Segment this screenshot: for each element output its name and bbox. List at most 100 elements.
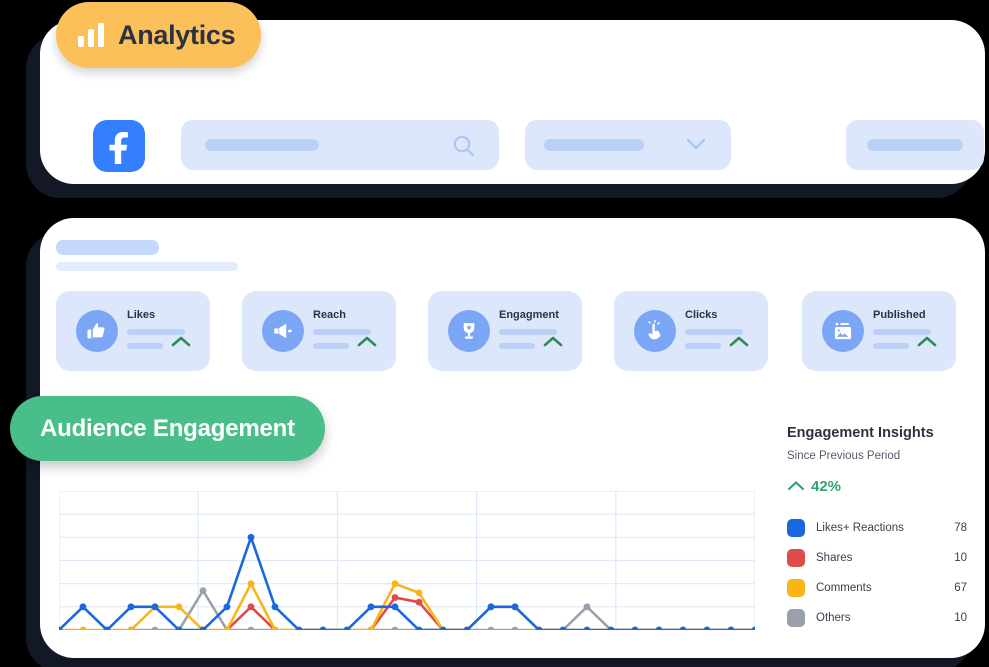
chart-point[interactable] xyxy=(199,587,207,595)
trend-up-icon xyxy=(542,335,564,353)
screen-root: Analytics Likes Reach Engagment Clicks P… xyxy=(0,0,989,667)
chart-point[interactable] xyxy=(391,626,399,630)
search-input[interactable] xyxy=(181,120,499,170)
trend-up-icon xyxy=(916,335,938,353)
legend-swatch xyxy=(787,549,805,567)
chart-point[interactable] xyxy=(319,626,327,630)
trend-up-icon xyxy=(356,335,378,353)
legend-swatch xyxy=(787,609,805,627)
stat-card-engagement[interactable]: Engagment xyxy=(428,291,582,371)
legend-value: 10 xyxy=(954,612,967,624)
stat-card-clicks[interactable]: Clicks xyxy=(614,291,768,371)
chart-point[interactable] xyxy=(247,603,255,611)
audience-engagement-pill[interactable]: Audience Engagement xyxy=(10,396,325,461)
chart-point[interactable] xyxy=(415,598,423,606)
chart-point[interactable] xyxy=(727,626,735,630)
chart-point[interactable] xyxy=(583,626,591,630)
stat-delta-skeleton xyxy=(873,343,909,349)
trend-up-icon xyxy=(787,478,805,495)
legend-item[interactable]: Shares 10 xyxy=(787,543,967,573)
legend-label: Likes+ Reactions xyxy=(816,522,904,534)
search-placeholder-skeleton xyxy=(205,139,319,151)
chart-point[interactable] xyxy=(151,603,159,611)
chart-point[interactable] xyxy=(247,533,255,541)
search-icon[interactable] xyxy=(451,133,477,164)
chart-point[interactable] xyxy=(583,603,591,611)
chart-gridlines xyxy=(59,491,755,630)
stat-delta-skeleton xyxy=(127,343,163,349)
chart-point[interactable] xyxy=(511,603,519,611)
insights-change-value: 42% xyxy=(811,478,842,495)
select-value-skeleton xyxy=(544,139,644,151)
legend-value: 78 xyxy=(954,522,967,534)
trend-up-icon xyxy=(728,335,750,353)
chart-point[interactable] xyxy=(679,626,687,630)
analytics-pill-label: Analytics xyxy=(118,19,236,50)
trophy-icon xyxy=(448,310,490,352)
dashboard-subtitle-skeleton xyxy=(56,262,238,271)
chart-point[interactable] xyxy=(79,603,87,611)
stat-delta-skeleton xyxy=(685,343,721,349)
chart-point[interactable] xyxy=(415,589,423,597)
legend-value: 67 xyxy=(954,582,967,594)
stat-delta-skeleton xyxy=(499,343,535,349)
legend-swatch xyxy=(787,579,805,597)
chart-point[interactable] xyxy=(391,603,399,611)
stat-label: Reach xyxy=(313,309,347,321)
legend-value: 10 xyxy=(954,552,967,564)
legend-item[interactable]: Others 10 xyxy=(787,603,967,633)
bar-chart-icon xyxy=(78,23,104,47)
click-hand-icon xyxy=(634,310,676,352)
chart-point[interactable] xyxy=(487,626,495,630)
analytics-tab-pill[interactable]: Analytics xyxy=(56,2,262,68)
chart-point[interactable] xyxy=(391,580,399,588)
chart-point[interactable] xyxy=(271,603,279,611)
thumbs-up-icon xyxy=(76,310,118,352)
insights-title: Engagement Insights xyxy=(787,425,934,441)
dashboard-title-skeleton xyxy=(56,240,159,255)
engagement-line-chart xyxy=(59,491,755,630)
chart-point[interactable] xyxy=(703,626,711,630)
legend-item[interactable]: Comments 67 xyxy=(787,573,967,603)
chart-point[interactable] xyxy=(391,594,399,601)
facebook-logo[interactable] xyxy=(93,120,145,172)
filter-select[interactable] xyxy=(525,120,731,170)
legend-label: Comments xyxy=(816,582,872,594)
chart-point[interactable] xyxy=(247,626,255,630)
stat-card-published[interactable]: Published xyxy=(802,291,956,371)
insights-change: 42% xyxy=(787,478,967,495)
stat-label: Clicks xyxy=(685,309,718,321)
primary-action-button[interactable] xyxy=(846,120,984,170)
chart-point[interactable] xyxy=(487,603,495,611)
chart-series-group xyxy=(59,533,755,630)
audience-engagement-label: Audience Engagement xyxy=(40,414,295,442)
engagement-insights-panel: Engagement Insights Since Previous Perio… xyxy=(787,425,967,633)
chart-point[interactable] xyxy=(631,626,639,630)
chart-point[interactable] xyxy=(223,603,231,611)
chart-point[interactable] xyxy=(151,626,159,630)
chart-point[interactable] xyxy=(79,626,87,630)
chart-point[interactable] xyxy=(367,603,375,611)
chart-point[interactable] xyxy=(751,626,755,630)
chevron-down-icon[interactable] xyxy=(685,137,707,156)
chart-legend: Likes+ Reactions 78 Shares 10 Comments 6… xyxy=(787,513,967,633)
chart-point[interactable] xyxy=(655,626,663,630)
chart-point[interactable] xyxy=(175,603,183,611)
legend-swatch xyxy=(787,519,805,537)
chart-point[interactable] xyxy=(511,626,519,630)
stat-label: Engagment xyxy=(499,309,559,321)
chart-point[interactable] xyxy=(127,603,135,611)
legend-label: Shares xyxy=(816,552,853,564)
image-icon xyxy=(822,310,864,352)
legend-label: Others xyxy=(816,612,851,624)
stat-card-likes[interactable]: Likes xyxy=(56,291,210,371)
chart-point[interactable] xyxy=(247,580,255,588)
stat-label: Likes xyxy=(127,309,156,321)
stat-delta-skeleton xyxy=(313,343,349,349)
legend-item[interactable]: Likes+ Reactions 78 xyxy=(787,513,967,543)
stat-card-reach[interactable]: Reach xyxy=(242,291,396,371)
stat-card-row: Likes Reach Engagment Clicks Published xyxy=(56,291,956,371)
trend-up-icon xyxy=(170,335,192,353)
megaphone-icon xyxy=(262,310,304,352)
action-label-skeleton xyxy=(867,139,963,151)
